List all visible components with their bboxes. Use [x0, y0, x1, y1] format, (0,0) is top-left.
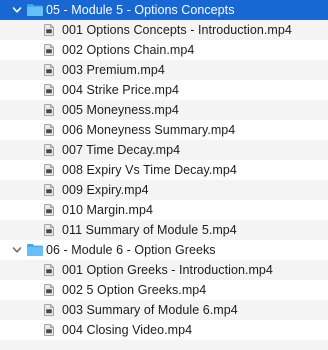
video-file-icon — [44, 24, 54, 36]
file-row[interactable]: 009 Expiry.mp4 — [0, 180, 328, 200]
file-label: 001 Option Greeks - Introduction.mp4 — [62, 263, 273, 277]
file-row[interactable]: 010 Margin.mp4 — [0, 200, 328, 220]
file-row[interactable]: 004 Strike Price.mp4 — [0, 80, 328, 100]
bottom-row-strip — [0, 340, 328, 350]
folder-label: 06 - Module 6 - Option Greeks — [46, 243, 216, 257]
folder-icon — [26, 243, 44, 257]
file-row[interactable]: 007 Time Decay.mp4 — [0, 140, 328, 160]
chevron-down-icon[interactable] — [11, 0, 23, 20]
video-file-icon — [44, 264, 54, 276]
file-label: 007 Time Decay.mp4 — [62, 143, 181, 157]
file-label: 004 Strike Price.mp4 — [62, 83, 180, 97]
file-label: 010 Margin.mp4 — [62, 203, 154, 217]
folder-icon — [26, 3, 44, 17]
file-label: 006 Moneyness Summary.mp4 — [62, 123, 236, 137]
folder-row[interactable]: 06 - Module 6 - Option Greeks — [0, 240, 328, 260]
file-label: 002 5 Option Greeks.mp4 — [62, 283, 207, 297]
file-label: 003 Premium.mp4 — [62, 63, 165, 77]
video-file-icon — [44, 84, 54, 96]
file-label: 011 Summary of Module 5.mp4 — [62, 223, 237, 237]
file-row[interactable]: 011 Summary of Module 5.mp4 — [0, 220, 328, 240]
file-label: 008 Expiry Vs Time Decay.mp4 — [62, 163, 237, 177]
video-file-icon — [44, 124, 54, 136]
video-file-icon — [44, 324, 54, 336]
video-file-icon — [44, 144, 54, 156]
file-row[interactable]: 008 Expiry Vs Time Decay.mp4 — [0, 160, 328, 180]
video-file-icon — [44, 164, 54, 176]
video-file-icon — [44, 184, 54, 196]
file-row[interactable]: 003 Premium.mp4 — [0, 60, 328, 80]
video-file-icon — [44, 44, 54, 56]
file-label: 005 Moneyness.mp4 — [62, 103, 179, 117]
file-row[interactable]: 001 Option Greeks - Introduction.mp4 — [0, 260, 328, 280]
folder-label: 05 - Module 5 - Options Concepts — [46, 3, 235, 17]
file-row[interactable]: 005 Moneyness.mp4 — [0, 100, 328, 120]
file-row[interactable]: 006 Moneyness Summary.mp4 — [0, 120, 328, 140]
folder-row[interactable]: 05 - Module 5 - Options Concepts — [0, 0, 328, 20]
file-label: 003 Summary of Module 6.mp4 — [62, 303, 238, 317]
file-row[interactable]: 004 Closing Video.mp4 — [0, 320, 328, 340]
file-row[interactable]: 003 Summary of Module 6.mp4 — [0, 300, 328, 320]
file-label: 004 Closing Video.mp4 — [62, 323, 193, 337]
video-file-icon — [44, 204, 54, 216]
video-file-icon — [44, 224, 54, 236]
file-label: 002 Options Chain.mp4 — [62, 43, 195, 57]
video-file-icon — [44, 284, 54, 296]
file-row[interactable]: 001 Options Concepts - Introduction.mp4 — [0, 20, 328, 40]
chevron-down-icon[interactable] — [11, 240, 23, 260]
file-label: 009 Expiry.mp4 — [62, 183, 149, 197]
video-file-icon — [44, 104, 54, 116]
video-file-icon — [44, 304, 54, 316]
file-row[interactable]: 002 Options Chain.mp4 — [0, 40, 328, 60]
video-file-icon — [44, 64, 54, 76]
file-label: 001 Options Concepts - Introduction.mp4 — [62, 23, 292, 37]
file-row[interactable]: 002 5 Option Greeks.mp4 — [0, 280, 328, 300]
